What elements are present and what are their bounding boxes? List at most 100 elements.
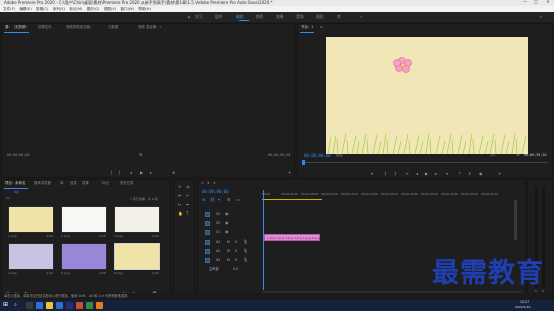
timeline-timecode[interactable]: 00;00;00;00 (202, 190, 229, 194)
play-icon[interactable]: ▶ (425, 172, 428, 176)
clip[interactable]: 3.png (285, 236, 293, 240)
playhead-marker[interactable] (302, 160, 305, 165)
timeline-close-icon[interactable]: × (201, 181, 204, 185)
search-icon[interactable]: ⌕ (14, 303, 17, 308)
project-item-thumbnail[interactable] (114, 206, 160, 233)
wechat-icon[interactable] (86, 302, 93, 309)
program-timecode[interactable]: 00;00;00;00 (304, 154, 331, 158)
selection-tool-icon[interactable]: ➤ (178, 185, 181, 189)
lift-icon[interactable]: ⇡ (458, 172, 461, 176)
step-forward-icon[interactable]: ▸ (150, 171, 152, 175)
clip[interactable]: 5.png (303, 236, 311, 240)
search-icon[interactable]: ⌕ (540, 15, 542, 19)
step-back-icon[interactable]: ◂ (130, 171, 132, 175)
mark-in-icon[interactable]: { (110, 171, 113, 175)
insert-icon[interactable]: ⊕ (172, 171, 175, 175)
mark-out-icon[interactable]: } (118, 171, 121, 175)
project-item-thumbnail[interactable] (8, 243, 54, 270)
master-volume[interactable]: 0.0 (233, 267, 238, 271)
track-lock-icon[interactable] (205, 221, 210, 226)
workspace-learn[interactable]: 学习 (195, 15, 203, 19)
workspace-overflow[interactable]: » (360, 15, 362, 19)
tab-source[interactable]: 源：（无剪辑） (5, 25, 29, 29)
tab-info[interactable]: 信息 (70, 181, 77, 185)
hand-tool-icon[interactable]: ✋ (178, 212, 183, 216)
project-item-thumbnail[interactable] (61, 206, 107, 233)
tab-markers[interactable]: 标记 (102, 181, 109, 185)
voice-over-icon[interactable]: 🎙 (243, 258, 248, 262)
timeline-vertical-scrollbar[interactable] (514, 200, 517, 240)
workspace-assembly[interactable]: 组件 (215, 15, 223, 19)
tab-effect-controls[interactable]: 效果控件 (38, 25, 52, 29)
windows-start-icon[interactable]: ⊞ (3, 302, 8, 308)
settings-icon[interactable]: ⚙ (139, 153, 143, 157)
linked-selection-icon[interactable]: ⛓ (210, 198, 215, 202)
solo-button[interactable]: S (235, 240, 237, 244)
slip-tool-icon[interactable]: ↔ (178, 203, 181, 207)
word-icon[interactable] (56, 302, 63, 309)
track-select-tool-icon[interactable]: ⇉ (186, 185, 189, 189)
track-lock-icon[interactable] (205, 249, 210, 254)
mute-button[interactable]: M (227, 249, 230, 253)
work-area-bar[interactable] (262, 199, 322, 200)
solo-button[interactable]: S (235, 249, 237, 253)
timeline-settings-icon[interactable]: ⚙ (227, 198, 231, 202)
tab-program[interactable]: 节目：1 (301, 25, 313, 29)
mark-out-icon[interactable]: } (394, 172, 397, 176)
clip[interactable]: 4.png (294, 236, 302, 240)
workspace-color[interactable]: 颜色 (256, 15, 264, 19)
workspace-editing[interactable]: 编辑 (236, 15, 244, 19)
clock-date[interactable]: 2022/1/10 (515, 306, 530, 309)
voice-over-icon[interactable]: 🎙 (243, 240, 248, 244)
tab-project[interactable]: 项目：未命名 (5, 181, 25, 185)
resolution-select[interactable]: 1/2 (490, 153, 495, 157)
project-item-thumbnail-selected[interactable] (114, 243, 160, 270)
tab-effects[interactable]: 效果 (82, 181, 89, 185)
voice-over-icon[interactable]: 🎙 (243, 249, 248, 253)
file-explorer-icon[interactable] (46, 302, 53, 309)
go-to-in-icon[interactable]: ⇤ (406, 172, 409, 176)
toggle-output-icon[interactable]: ◉ (225, 212, 229, 216)
tab-audio-mixer[interactable]: 音频 混合器：» (138, 25, 162, 29)
workspace-libraries[interactable]: 库 (337, 15, 341, 19)
snap-icon[interactable]: ⋒ (202, 198, 205, 202)
add-button-icon[interactable]: + (288, 171, 291, 175)
razor-tool-icon[interactable]: ✂ (186, 194, 189, 198)
premiere-pro-icon[interactable] (66, 302, 73, 309)
track-lock-icon[interactable] (205, 240, 210, 245)
tab-metadata[interactable]: 元数据 (108, 25, 118, 29)
clock-time[interactable]: 15:27 (520, 300, 529, 304)
project-item-thumbnail[interactable] (8, 206, 54, 233)
workspace-graphics[interactable]: 图形 (316, 15, 324, 19)
export-frame-icon[interactable]: ◉ (479, 172, 483, 176)
program-panel-menu[interactable]: ≡ (320, 25, 323, 29)
go-to-out-icon[interactable]: ⇥ (445, 172, 448, 176)
clip[interactable]: 1.png (267, 236, 275, 240)
step-back-icon[interactable]: ◂ (416, 172, 418, 176)
marker-icon[interactable]: ▾ (371, 172, 373, 176)
toggle-output-icon[interactable]: ◉ (225, 230, 229, 234)
tab-sequence[interactable]: 1 (207, 181, 209, 185)
tab-history[interactable]: 历史记录 (120, 181, 134, 185)
powerpoint-icon[interactable] (76, 302, 83, 309)
type-tool-icon[interactable]: T (186, 212, 188, 216)
task-view-icon[interactable] (26, 302, 33, 309)
track-lock-icon[interactable] (205, 258, 210, 263)
mute-button[interactable]: M (227, 240, 230, 244)
playhead-bar[interactable] (302, 162, 548, 163)
solo-button[interactable]: S (235, 258, 237, 262)
play-icon[interactable]: ▶ (140, 171, 143, 175)
toggle-output-icon[interactable]: ◉ (225, 221, 229, 225)
extract-icon[interactable]: ⇞ (468, 172, 471, 176)
track-lock-icon[interactable] (205, 212, 210, 217)
add-button-icon[interactable]: + (498, 172, 501, 176)
zoom-fit-select[interactable]: 适合 (336, 153, 343, 157)
clip[interactable]: 2.png (276, 236, 284, 240)
add-marker-icon[interactable]: ▾ (218, 198, 220, 202)
timeline-panel-menu[interactable]: ≡ (213, 181, 216, 185)
edge-icon[interactable] (36, 302, 43, 309)
captions-icon[interactable]: ▭ (236, 198, 240, 202)
workspace-effects[interactable]: 效果 (276, 15, 284, 19)
pen-tool-icon[interactable]: ✒ (186, 203, 189, 207)
workspace-audio[interactable]: 音频 (296, 15, 304, 19)
